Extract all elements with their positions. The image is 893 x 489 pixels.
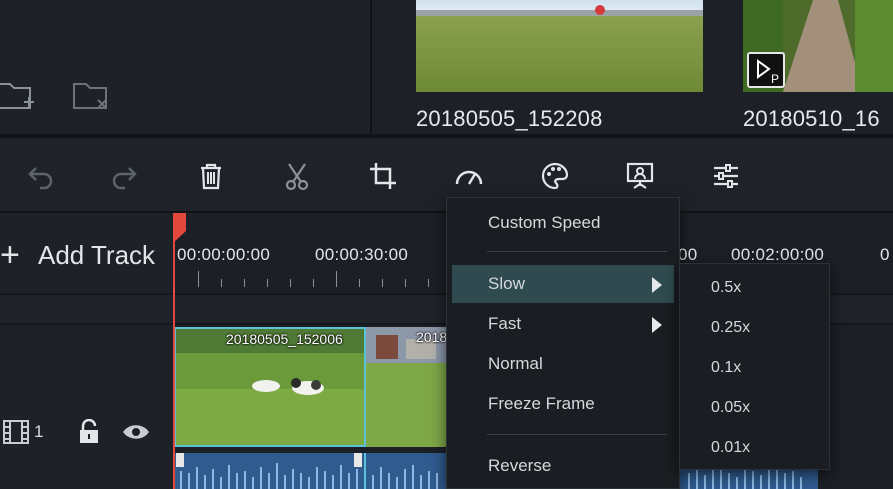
menu-item-custom-speed[interactable]: Custom Speed xyxy=(452,204,674,242)
undo-icon[interactable] xyxy=(22,158,58,194)
panel-divider xyxy=(370,0,372,134)
ruler-tick xyxy=(244,279,245,287)
svg-text:P: P xyxy=(771,72,779,86)
speed-menu: Custom Speed Slow Fast Normal Freeze Fra… xyxy=(446,197,680,489)
sliders-icon[interactable] xyxy=(708,158,744,194)
menu-item-slow[interactable]: Slow xyxy=(452,265,674,303)
redo-icon[interactable] xyxy=(107,158,143,194)
ruler-tick xyxy=(382,279,383,287)
menu-item-normal[interactable]: Normal xyxy=(452,345,674,383)
speed-option[interactable]: 0.25x xyxy=(680,308,829,348)
ruler-tick xyxy=(198,271,199,287)
media-thumbnail-label: 20180510_16 xyxy=(743,106,880,131)
add-track-label: Add Track xyxy=(38,239,156,270)
media-thumbnail-label: 20180505_152208 xyxy=(416,106,603,131)
new-folder-icon[interactable] xyxy=(0,76,40,116)
speed-gauge-icon[interactable] xyxy=(451,158,487,194)
menu-item-freeze-frame[interactable]: Freeze Frame xyxy=(452,385,674,423)
media-thumbnail[interactable] xyxy=(416,0,703,92)
speed-option[interactable]: 0.1x xyxy=(680,348,829,388)
video-clip[interactable]: 2018 xyxy=(366,327,448,447)
ruler-tick xyxy=(405,279,406,287)
timecode-label: 00:00:30:00 xyxy=(315,245,409,264)
ruler-tick xyxy=(428,279,429,287)
media-thumbnail[interactable]: P xyxy=(743,0,893,92)
menu-separator xyxy=(487,434,667,435)
track-number: 1 xyxy=(34,422,44,441)
empty-clip-area xyxy=(830,327,893,447)
eye-icon[interactable] xyxy=(121,419,151,445)
menu-item-fast[interactable]: Fast xyxy=(452,305,674,343)
media-library: 20180505_152208 P 20180510_16 xyxy=(0,0,893,134)
plus-icon: + xyxy=(0,236,20,274)
add-track-button[interactable]: + Add Track xyxy=(0,235,155,275)
timecode-label: 00:02:00:00 xyxy=(731,245,825,264)
timecode-label: 00:00:00:00 xyxy=(177,245,271,264)
menu-item-label: Reverse xyxy=(488,456,552,475)
menu-separator xyxy=(487,251,667,252)
menu-item-label: Fast xyxy=(488,314,522,333)
video-clip[interactable]: 20180505_152006 xyxy=(174,327,366,447)
menu-item-reverse[interactable]: Reverse xyxy=(452,447,674,485)
delete-folder-icon[interactable] xyxy=(72,76,112,116)
ruler-tick xyxy=(267,279,268,287)
trash-icon[interactable] xyxy=(193,158,229,194)
ruler-tick xyxy=(359,279,360,287)
menu-item-label: Slow xyxy=(488,274,525,293)
menu-item-label: Normal xyxy=(488,354,543,373)
submenu-arrow-icon xyxy=(652,277,662,293)
palette-icon[interactable] xyxy=(537,158,573,194)
ruler-tick xyxy=(221,279,222,287)
slow-speed-submenu: 0.5x 0.25x 0.1x 0.05x 0.01x xyxy=(679,263,830,470)
speed-option[interactable]: 0.05x xyxy=(680,388,829,428)
ruler-tick xyxy=(336,271,337,287)
lock-icon[interactable] xyxy=(77,418,101,445)
speed-option[interactable]: 0.01x xyxy=(680,428,829,468)
audio-waveform[interactable] xyxy=(174,453,448,489)
presentation-icon[interactable] xyxy=(622,158,658,194)
timecode-label: 0 xyxy=(880,245,890,264)
speed-option[interactable]: 0.5x xyxy=(680,268,829,308)
scissors-icon[interactable] xyxy=(279,158,315,194)
track-header-panel: + Add Track xyxy=(0,213,174,489)
playhead[interactable] xyxy=(173,213,175,489)
ruler-tick xyxy=(313,279,314,287)
ruler-tick xyxy=(290,279,291,287)
menu-item-label: Freeze Frame xyxy=(488,394,595,413)
submenu-arrow-icon xyxy=(652,317,662,333)
video-type-icon: P xyxy=(747,52,785,88)
timecode-label: 00 xyxy=(678,245,698,264)
track-controls: 1 xyxy=(0,417,151,447)
crop-icon[interactable] xyxy=(365,158,401,194)
media-folder-panel xyxy=(0,0,370,134)
menu-item-label: Custom Speed xyxy=(488,213,601,232)
clip-title: 2018 xyxy=(416,329,448,345)
clip-title: 20180505_152006 xyxy=(226,331,343,347)
film-icon xyxy=(2,419,30,445)
